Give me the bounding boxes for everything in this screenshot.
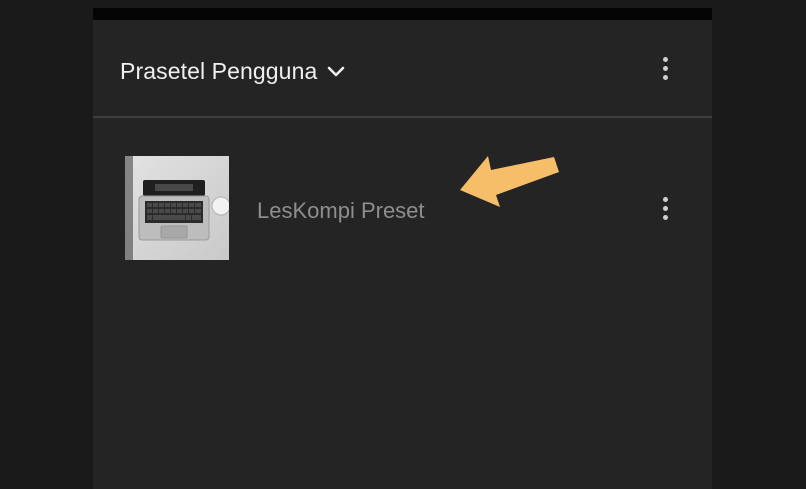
divider — [93, 116, 712, 118]
preset-more-options-icon[interactable] — [658, 193, 672, 223]
preset-list-item[interactable]: LesKompi Preset — [93, 150, 712, 262]
preset-name: LesKompi Preset — [257, 198, 425, 223]
preset-group-dropdown[interactable]: Prasetel Pengguna — [120, 58, 346, 85]
pointer-arrow-icon — [460, 156, 559, 207]
preset-thumbnail — [125, 156, 229, 260]
top-bar — [93, 8, 712, 20]
user-presets-panel: Prasetel Pengguna LesKompi Preset — [93, 20, 712, 489]
app-window: Prasetel Pengguna LesKompi Preset — [0, 0, 806, 489]
panel-header: Prasetel Pengguna — [93, 20, 712, 117]
panel-more-options-icon[interactable] — [658, 53, 672, 83]
panel-title: Prasetel Pengguna — [120, 58, 318, 84]
chevron-down-icon — [326, 65, 346, 79]
